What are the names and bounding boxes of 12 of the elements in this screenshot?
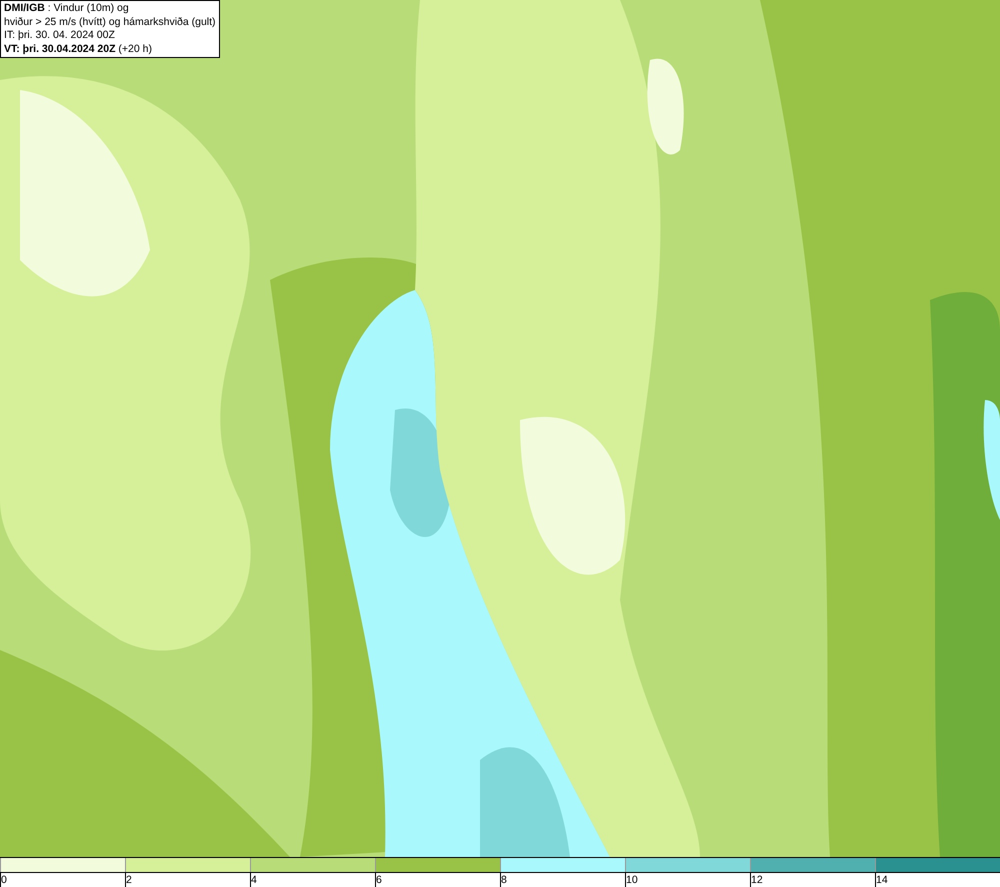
legend-label: 8 — [501, 873, 507, 887]
info-text: IT: þri. 30. 04. 2024 00Z — [4, 29, 116, 42]
info-text: VT: þri. 30.04.2024 20Z (+20 h) — [4, 42, 153, 56]
info-text: DMI/IGB : Vindur (10m) og — [4, 2, 130, 16]
legend-label: 14 — [876, 873, 888, 887]
legend-label: 12 — [751, 873, 763, 887]
legend-label: 10 — [626, 873, 638, 887]
legend-label: 6 — [376, 873, 382, 887]
legend-label: 4 — [251, 873, 257, 887]
legend-label: 0 — [1, 873, 7, 887]
info-text: hviður > 25 m/s (hvítt) og hámarkshviða (gult) — [4, 16, 216, 29]
legend-label: 2 — [126, 873, 132, 887]
